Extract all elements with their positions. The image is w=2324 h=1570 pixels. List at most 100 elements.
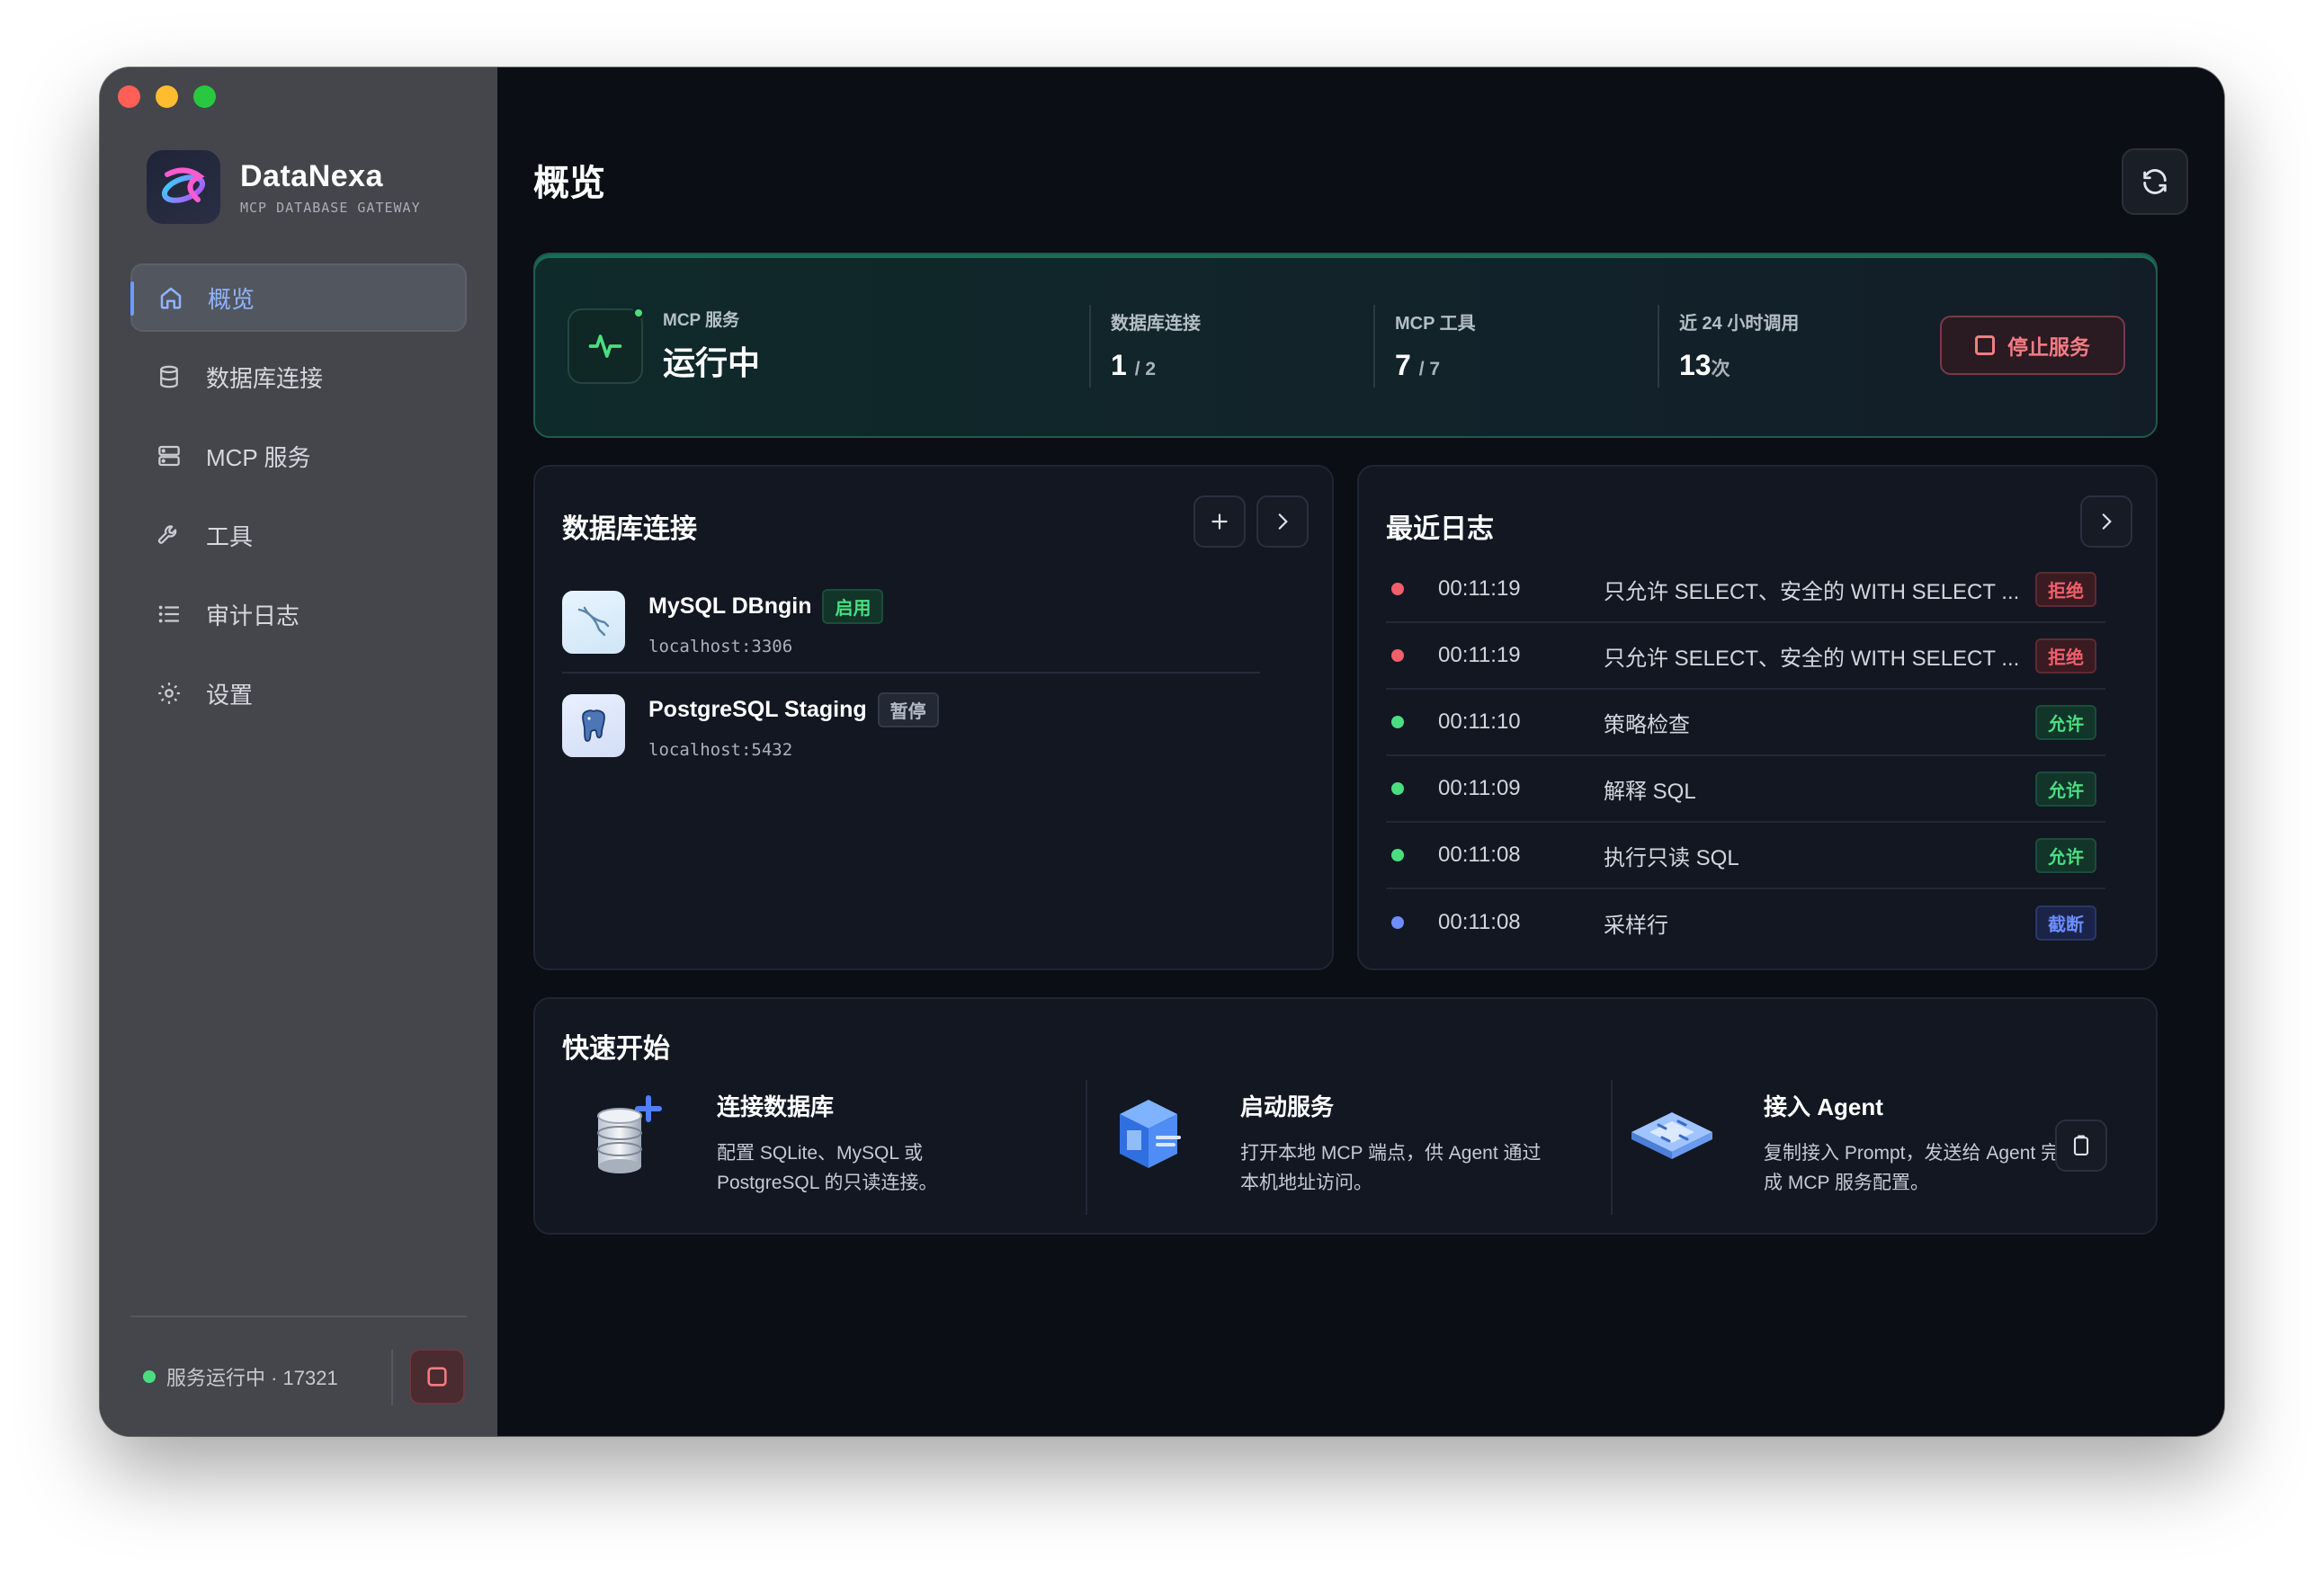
list-icon	[154, 599, 184, 629]
status-badge: 截断	[2035, 905, 2096, 941]
brand: DataNexa MCP DATABASE GATEWAY	[147, 150, 421, 224]
chevron-right-icon	[1278, 513, 1288, 530]
log-row[interactable]: 00:11:10 策略检查 允许	[1386, 690, 2105, 756]
mysql-dolphin-icon	[562, 591, 625, 654]
server-icon	[154, 441, 184, 471]
service-label: MCP 服务	[663, 311, 740, 330]
app-window: DataNexa MCP DATABASE GATEWAY 概览 数据库连接 M…	[100, 67, 2224, 1436]
status-dot-icon	[1391, 716, 1404, 728]
connection-name: PostgreSQL Staging	[648, 696, 867, 722]
quick-start-connect-db[interactable]: 连接数据库 配置 SQLite、MySQL 或 PostgreSQL 的只读连接…	[571, 1080, 1028, 1220]
quick-start-panel: 快速开始 连接数据库 配置 SQLite、MySQL 或 PostgreSQL …	[533, 997, 2158, 1235]
close-window-button[interactable]	[118, 85, 140, 108]
main-content: 概览 MCP 服务 运行中 数据库连接 1 / 2 MCP 工具 7 / 7 近…	[497, 67, 2224, 1436]
chevron-right-icon	[2102, 513, 2112, 530]
log-time: 00:11:08	[1438, 910, 1521, 934]
server-cube-icon	[1095, 1080, 1202, 1188]
database-add-icon	[571, 1080, 679, 1188]
status-badge: 拒绝	[2035, 571, 2096, 607]
zoom-window-button[interactable]	[193, 85, 216, 108]
log-message: 采样行	[1604, 913, 1668, 938]
quick-stop-button[interactable]	[409, 1349, 465, 1405]
quick-start-title: 接入 Agent	[1764, 1093, 1883, 1120]
sidebar: DataNexa MCP DATABASE GATEWAY 概览 数据库连接 M…	[100, 67, 497, 1436]
activity-icon	[568, 307, 645, 384]
recent-logs-panel: 最近日志 00:11:19 只允许 SELECT、安全的 WITH SELECT…	[1357, 465, 2158, 970]
log-time: 00:11:19	[1438, 643, 1521, 667]
refresh-button[interactable]	[2122, 148, 2188, 215]
service-status-card: MCP 服务 运行中 数据库连接 1 / 2 MCP 工具 7 / 7 近 24…	[533, 253, 2158, 438]
log-time: 00:11:10	[1438, 709, 1521, 734]
app-subtitle: MCP DATABASE GATEWAY	[240, 199, 421, 216]
quick-start-desc: 打开本地 MCP 端点，供 Agent 通过本机地址访问。	[1240, 1143, 1542, 1193]
app-name: DataNexa	[240, 158, 383, 193]
agent-chip-icon	[1618, 1080, 1726, 1188]
log-row[interactable]: 00:11:09 解释 SQL 允许	[1386, 756, 2105, 823]
status-dot-icon	[1391, 583, 1404, 595]
service-state: 运行中	[663, 344, 761, 381]
minimize-window-button[interactable]	[156, 85, 178, 108]
wrench-icon	[154, 520, 184, 550]
stop-service-button[interactable]: 停止服务	[1940, 316, 2125, 375]
log-row[interactable]: 00:11:08 执行只读 SQL 允许	[1386, 823, 2105, 889]
sidebar-item-audit-log[interactable]: 审计日志	[130, 580, 467, 648]
stat-divider	[1089, 305, 1091, 388]
add-connection-button[interactable]	[1193, 495, 1246, 548]
connection-row-postgres[interactable]: PostgreSQL Staging 暂停 localhost:5432	[562, 675, 1260, 776]
quick-start-title: 连接数据库	[717, 1093, 835, 1120]
quick-start-desc: 配置 SQLite、MySQL 或 PostgreSQL 的只读连接。	[717, 1143, 938, 1193]
sidebar-item-overview[interactable]: 概览	[130, 263, 467, 332]
page-title: 概览	[533, 164, 605, 203]
panel-title: 最近日志	[1386, 514, 1494, 544]
connection-address: localhost:5432	[648, 739, 793, 760]
panel-title: 快速开始	[562, 1034, 670, 1064]
quick-start-connect-agent[interactable]: 接入 Agent 复制接入 Prompt，发送给 Agent 完成 MCP 服务…	[1618, 1080, 2075, 1220]
live-indicator	[632, 307, 645, 319]
stat-label: MCP 工具	[1395, 314, 1476, 334]
log-message: 解释 SQL	[1604, 779, 1696, 804]
quick-start-divider	[1086, 1080, 1087, 1215]
status-badge: 允许	[2035, 837, 2096, 873]
connection-row-mysql[interactable]: MySQL DBngin 启用 localhost:3306	[562, 573, 1260, 673]
stat-db-connections: 数据库连接 1 / 2	[1111, 308, 1201, 382]
log-time: 00:11:09	[1438, 776, 1521, 800]
stat-label: 数据库连接	[1111, 314, 1201, 334]
log-row[interactable]: 00:11:08 采样行 截断	[1386, 889, 2105, 956]
plus-icon	[1211, 513, 1228, 530]
sidebar-item-mcp-service[interactable]: MCP 服务	[130, 422, 467, 490]
status-dot-icon	[143, 1370, 156, 1383]
stat-value: 1 / 2	[1111, 349, 1157, 381]
database-icon	[154, 361, 184, 392]
app-logo-icon	[147, 150, 220, 224]
view-all-connections-button[interactable]	[1256, 495, 1309, 548]
quick-start-divider	[1611, 1080, 1613, 1215]
status-dot-icon	[1391, 849, 1404, 861]
connection-name: MySQL DBngin	[648, 593, 812, 619]
server-status: 服务运行中 · 17321	[130, 1362, 338, 1391]
postgresql-elephant-icon	[562, 694, 625, 757]
quick-start-desc: 复制接入 Prompt，发送给 Agent 完成 MCP 服务配置。	[1764, 1143, 2060, 1193]
view-all-logs-button[interactable]	[2080, 495, 2132, 548]
stop-icon	[427, 1367, 447, 1387]
clipboard-icon	[2073, 1135, 2089, 1155]
stop-service-label: 停止服务	[2007, 335, 2090, 359]
sidebar-item-label: 工具	[206, 522, 254, 550]
log-message: 执行只读 SQL	[1604, 845, 1739, 870]
sidebar-item-databases[interactable]: 数据库连接	[130, 343, 467, 411]
log-row[interactable]: 00:11:19 只允许 SELECT、安全的 WITH SELECT ... …	[1386, 557, 2105, 623]
refresh-icon	[2143, 169, 2167, 194]
status-badge: 暂停	[877, 691, 939, 727]
stat-divider	[1373, 305, 1375, 388]
window-controls	[118, 85, 216, 108]
log-row[interactable]: 00:11:19 只允许 SELECT、安全的 WITH SELECT ... …	[1386, 623, 2105, 690]
stat-value: 13次	[1679, 349, 1730, 381]
server-status-text: 服务运行中 · 17321	[166, 1367, 338, 1389]
quick-start-start-service[interactable]: 启动服务 打开本地 MCP 端点，供 Agent 通过本机地址访问。	[1095, 1080, 1551, 1220]
status-badge: 启用	[822, 588, 884, 624]
sidebar-item-tools[interactable]: 工具	[130, 501, 467, 569]
connection-address: localhost:3306	[648, 636, 793, 656]
copy-prompt-button[interactable]	[2055, 1120, 2107, 1172]
stat-value: 7 / 7	[1395, 349, 1441, 381]
sidebar-item-label: 审计日志	[206, 602, 300, 629]
sidebar-item-settings[interactable]: 设置	[130, 659, 467, 727]
